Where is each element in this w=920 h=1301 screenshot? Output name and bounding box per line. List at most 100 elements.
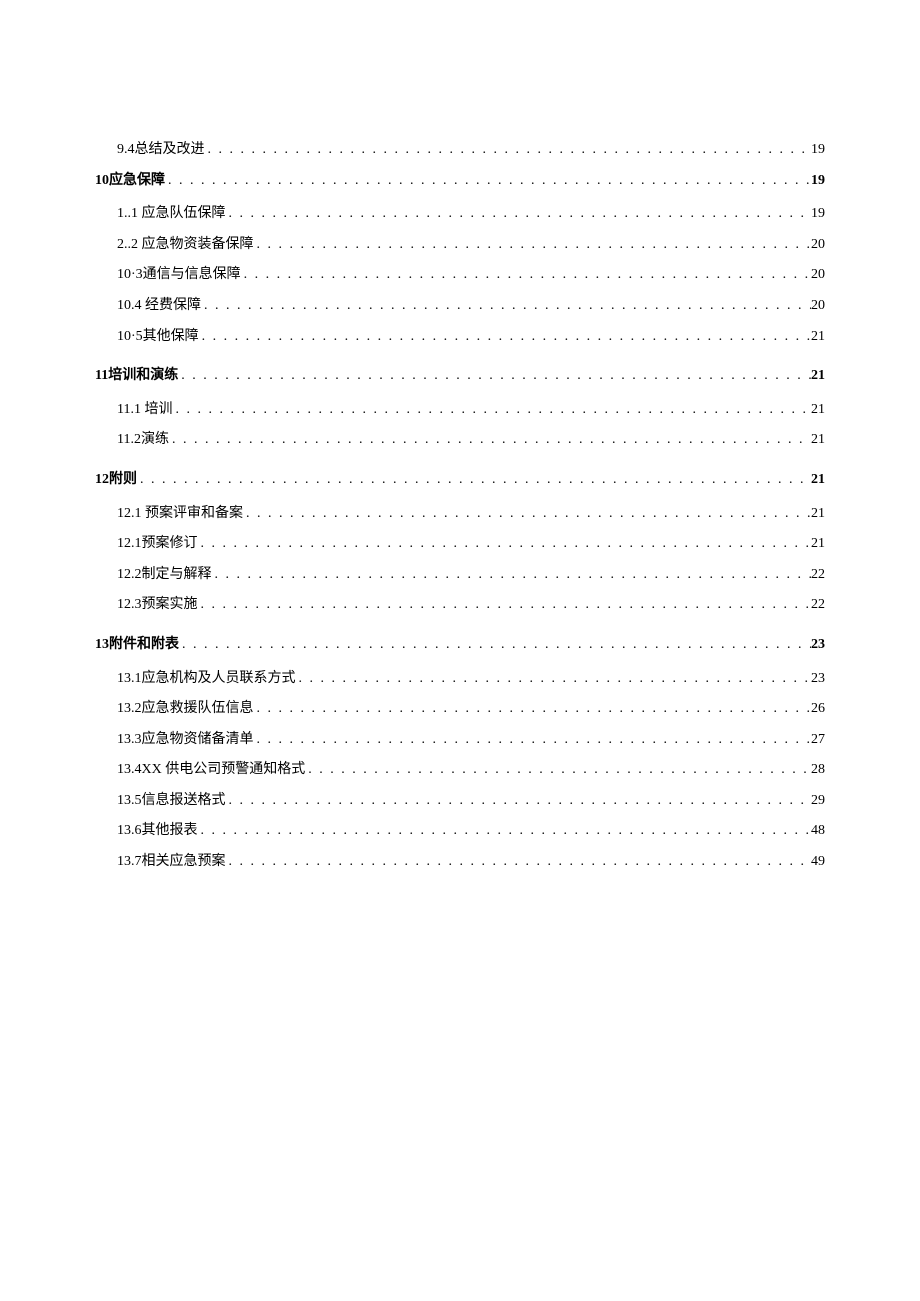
- toc-entry-title: 其他报表: [142, 821, 198, 841]
- toc-entry-page: 21: [811, 470, 825, 490]
- toc-entry-title: .2 应急物资装备保障: [128, 235, 254, 255]
- toc-entry: 10·5 其他保障 21: [95, 327, 825, 347]
- toc-entry-title: 其他保障: [143, 327, 199, 347]
- toc-entry-page: 21: [811, 366, 825, 386]
- toc-entry: 9.4 总结及改进19: [95, 140, 825, 160]
- toc-entry-page: 19: [811, 171, 825, 191]
- toc-leader-dots: [305, 760, 811, 780]
- toc-entry-number: 2.: [117, 235, 128, 255]
- toc-entry-number: 11.: [117, 400, 134, 420]
- toc-entry-title: 附则: [109, 470, 137, 490]
- toc-entry-number: 13: [95, 635, 109, 655]
- toc-entry-page: 20: [811, 235, 825, 255]
- toc-entry-page: 22: [811, 565, 825, 585]
- toc-entry-page: 28: [811, 760, 825, 780]
- toc-leader-dots: [254, 699, 812, 719]
- toc-entry-number: 12.2: [117, 565, 142, 585]
- toc-entry-number: 13.2: [117, 699, 142, 719]
- toc-entry-title: 制定与解释: [142, 565, 212, 585]
- toc-leader-dots: [226, 204, 812, 224]
- toc-entry-title: 预案实施: [142, 595, 198, 615]
- toc-entry-number: 10·5: [117, 327, 143, 347]
- toc-entry: 12.1 预案修订21: [95, 534, 825, 554]
- toc-entry-page: 23: [811, 635, 825, 655]
- toc-entry: 13.6 其他报表 48: [95, 821, 825, 841]
- toc-entry-title: 附件和附表: [109, 635, 179, 655]
- toc-entry-page: 21: [811, 534, 825, 554]
- toc-entry-title: 培训和演练: [108, 366, 178, 386]
- toc-entry-title: 通信与信息保障: [143, 265, 241, 285]
- toc-leader-dots: [296, 669, 812, 689]
- toc-entry: 10. 4 经费保障20: [95, 296, 825, 316]
- toc-entry: 13 附件和附表 23: [95, 635, 825, 655]
- toc-entry-number: 12.1: [117, 534, 142, 554]
- toc-entry: 13.3 应急物资储备清单 27: [95, 730, 825, 750]
- toc-entry-title: 应急救援队伍信息: [142, 699, 254, 719]
- toc-entry-title: 应急物资储备清单: [142, 730, 254, 750]
- toc-leader-dots: [212, 565, 812, 585]
- toc-leader-dots: [165, 171, 811, 191]
- toc-leader-dots: [172, 400, 811, 420]
- toc-entry-page: 21: [811, 400, 825, 420]
- toc-entry-page: 21: [811, 327, 825, 347]
- toc-entry-number: 13.6: [117, 821, 142, 841]
- toc-entry: 13.4 XX 供电公司预警通知格式28: [95, 760, 825, 780]
- toc-entry: 2. .2 应急物资装备保障 20: [95, 235, 825, 255]
- toc-entry-number: 10.: [117, 296, 135, 316]
- toc-entry-number: 12.: [117, 504, 135, 524]
- toc-entry: 13.1 应急机构及人员联系方式 23: [95, 669, 825, 689]
- toc-entry-page: 48: [811, 821, 825, 841]
- toc-leader-dots: [205, 140, 812, 160]
- toc-entry: 10·3 通信与信息保障 20: [95, 265, 825, 285]
- toc-entry-title: 演练: [141, 430, 169, 450]
- toc-entry-page: 27: [811, 730, 825, 750]
- toc-leader-dots: [198, 821, 812, 841]
- toc-entry-page: 19: [811, 204, 825, 224]
- toc-entry-title: 1 预案评审和备案: [135, 504, 244, 524]
- toc-entry-title: 相关应急预案: [142, 852, 226, 872]
- toc-entry: 12 附则 21: [95, 470, 825, 490]
- toc-leader-dots: [226, 791, 812, 811]
- toc-entry: 1. .1 应急队伍保障19: [95, 204, 825, 224]
- toc-entry-number: 11.2: [117, 430, 141, 450]
- toc-entry-number: 13.1: [117, 669, 142, 689]
- toc-entry-page: 21: [811, 430, 825, 450]
- toc-entry-page: 21: [811, 504, 825, 524]
- toc-entry: 13.2 应急救援队伍信息 26: [95, 699, 825, 719]
- toc-entry-title: 应急保障: [109, 171, 165, 191]
- toc-entry-page: 29: [811, 791, 825, 811]
- toc-leader-dots: [198, 595, 812, 615]
- toc-entry-page: 22: [811, 595, 825, 615]
- toc-entry-title: 信息报送格式: [142, 791, 226, 811]
- toc-entry: 11.2 演练 21: [95, 430, 825, 450]
- toc-entry-number: 11: [95, 366, 108, 386]
- toc-entry-page: 20: [811, 265, 825, 285]
- toc-entry-page: 23: [811, 669, 825, 689]
- toc-entry-page: 20: [811, 296, 825, 316]
- toc-entry-number: 13.7: [117, 852, 142, 872]
- table-of-contents: 9.4 总结及改进1910 应急保障191. .1 应急队伍保障192. .2 …: [95, 140, 825, 872]
- toc-entry: 13.7 相关应急预案 49: [95, 852, 825, 872]
- toc-entry-page: 49: [811, 852, 825, 872]
- toc-entry-title: XX 供电公司预警通知格式: [142, 760, 306, 780]
- toc-entry-number: 12: [95, 470, 109, 490]
- toc-entry-number: 13.5: [117, 791, 142, 811]
- toc-leader-dots: [169, 430, 811, 450]
- toc-entry-number: 1.: [117, 204, 128, 224]
- toc-leader-dots: [199, 327, 811, 347]
- toc-entry: 11. 1 培训 21: [95, 400, 825, 420]
- toc-leader-dots: [178, 366, 811, 386]
- toc-entry-title: 1 培训: [134, 400, 173, 420]
- toc-entry: 13.5 信息报送格式 29: [95, 791, 825, 811]
- toc-entry-number: 13.3: [117, 730, 142, 750]
- toc-entry-page: 26: [811, 699, 825, 719]
- toc-leader-dots: [243, 504, 811, 524]
- toc-leader-dots: [241, 265, 811, 285]
- toc-entry: 12. 1 预案评审和备案 21: [95, 504, 825, 524]
- toc-entry-number: 10·3: [117, 265, 143, 285]
- toc-entry-title: 应急机构及人员联系方式: [142, 669, 296, 689]
- toc-leader-dots: [254, 235, 812, 255]
- toc-leader-dots: [201, 296, 811, 316]
- toc-leader-dots: [226, 852, 812, 872]
- toc-entry: 12.3 预案实施22: [95, 595, 825, 615]
